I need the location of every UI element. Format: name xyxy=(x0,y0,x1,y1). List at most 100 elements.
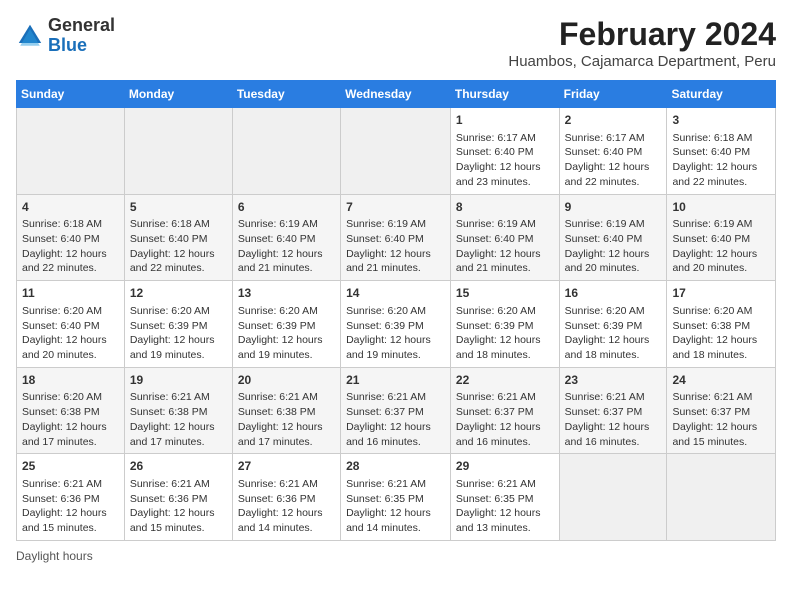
calendar-cell: 9Sunrise: 6:19 AM Sunset: 6:40 PM Daylig… xyxy=(559,194,667,281)
calendar-cell: 20Sunrise: 6:21 AM Sunset: 6:38 PM Dayli… xyxy=(232,367,340,454)
day-number: 18 xyxy=(22,372,119,389)
calendar-cell: 14Sunrise: 6:20 AM Sunset: 6:39 PM Dayli… xyxy=(341,281,451,368)
logo: General Blue xyxy=(16,16,115,56)
calendar-cell: 12 Sunrise: 6:20 AM Sunset: 6:39 PM Dayli… xyxy=(124,281,232,368)
calendar-week-row: 25 Sunrise: 6:21 AM Sunset: 6:36 PM Dayli… xyxy=(17,454,776,541)
day-info: Sunrise: 6:20 AM Sunset: 6:39 PM Dayligh… xyxy=(346,304,445,363)
day-number: 17 xyxy=(672,285,770,302)
calendar-cell: 16 Sunrise: 6:20 AM Sunset: 6:39 PM Dayli… xyxy=(559,281,667,368)
day-number: 5 xyxy=(130,199,227,216)
day-number: 21 xyxy=(346,372,445,389)
day-number: 6 xyxy=(238,199,335,216)
calendar-day-header: Saturday xyxy=(667,81,776,108)
calendar-cell: 7Sunrise: 6:19 AM Sunset: 6:40 PM Daylig… xyxy=(341,194,451,281)
calendar-cell xyxy=(667,454,776,541)
day-number: 24 xyxy=(672,372,770,389)
day-number: 10 xyxy=(672,199,770,216)
calendar-cell: 8Sunrise: 6:19 AM Sunset: 6:40 PM Daylig… xyxy=(450,194,559,281)
day-info: Sunrise: 6:21 AM Sunset: 6:38 PM Dayligh… xyxy=(238,390,335,449)
calendar-week-row: 1 Sunrise: 6:17 AM Sunset: 6:40 PM Daylig… xyxy=(17,108,776,195)
day-info: Sunrise: 6:21 AM Sunset: 6:37 PM Dayligh… xyxy=(456,390,554,449)
calendar-week-row: 18Sunrise: 6:20 AM Sunset: 6:38 PM Dayli… xyxy=(17,367,776,454)
logo-blue: Blue xyxy=(48,36,115,56)
calendar-week-row: 4Sunrise: 6:18 AM Sunset: 6:40 PM Daylig… xyxy=(17,194,776,281)
calendar-table: SundayMondayTuesdayWednesdayThursdayFrid… xyxy=(16,80,776,541)
calendar-cell: 1 Sunrise: 6:17 AM Sunset: 6:40 PM Daylig… xyxy=(450,108,559,195)
day-info: Sunrise: 6:21 AM Sunset: 6:37 PM Dayligh… xyxy=(565,390,662,449)
day-info: Sunrise: 6:21 AM Sunset: 6:37 PM Dayligh… xyxy=(346,390,445,449)
day-number: 29 xyxy=(456,458,554,475)
calendar-cell: 19Sunrise: 6:21 AM Sunset: 6:38 PM Dayli… xyxy=(124,367,232,454)
calendar-day-header: Monday xyxy=(124,81,232,108)
day-info: Sunrise: 6:19 AM Sunset: 6:40 PM Dayligh… xyxy=(672,217,770,276)
calendar-cell: 3 Sunrise: 6:18 AM Sunset: 6:40 PM Daylig… xyxy=(667,108,776,195)
page-header: General Blue February 2024 Huambos, Caja… xyxy=(16,16,776,70)
calendar-cell: 2 Sunrise: 6:17 AM Sunset: 6:40 PM Daylig… xyxy=(559,108,667,195)
calendar-header-row: SundayMondayTuesdayWednesdayThursdayFrid… xyxy=(17,81,776,108)
day-number: 28 xyxy=(346,458,445,475)
calendar-cell: 10Sunrise: 6:19 AM Sunset: 6:40 PM Dayli… xyxy=(667,194,776,281)
day-info: Sunrise: 6:19 AM Sunset: 6:40 PM Dayligh… xyxy=(565,217,662,276)
day-info: Sunrise: 6:20 AM Sunset: 6:40 PM Dayligh… xyxy=(22,304,119,363)
day-number: 16 xyxy=(565,285,662,302)
calendar-cell: 13 Sunrise: 6:20 AM Sunset: 6:39 PM Dayli… xyxy=(232,281,340,368)
calendar-cell xyxy=(341,108,451,195)
day-number: 25 xyxy=(22,458,119,475)
day-info: Sunrise: 6:20 AM Sunset: 6:39 PM Dayligh… xyxy=(130,304,227,363)
day-info: Sunrise: 6:21 AM Sunset: 6:36 PM Dayligh… xyxy=(22,477,119,536)
calendar-day-header: Wednesday xyxy=(341,81,451,108)
logo-general: General xyxy=(48,16,115,36)
logo-icon xyxy=(16,22,44,50)
page-title: February 2024 xyxy=(508,16,776,53)
footer-note: Daylight hours xyxy=(16,549,776,563)
calendar-day-header: Friday xyxy=(559,81,667,108)
day-number: 11 xyxy=(22,285,119,302)
day-info: Sunrise: 6:21 AM Sunset: 6:38 PM Dayligh… xyxy=(130,390,227,449)
day-info: Sunrise: 6:20 AM Sunset: 6:38 PM Dayligh… xyxy=(672,304,770,363)
day-number: 8 xyxy=(456,199,554,216)
day-info: Sunrise: 6:17 AM Sunset: 6:40 PM Dayligh… xyxy=(456,131,554,190)
calendar-day-header: Thursday xyxy=(450,81,559,108)
day-number: 22 xyxy=(456,372,554,389)
day-info: Sunrise: 6:17 AM Sunset: 6:40 PM Dayligh… xyxy=(565,131,662,190)
day-info: Sunrise: 6:18 AM Sunset: 6:40 PM Dayligh… xyxy=(130,217,227,276)
calendar-cell: 6Sunrise: 6:19 AM Sunset: 6:40 PM Daylig… xyxy=(232,194,340,281)
calendar-cell: 27 Sunrise: 6:21 AM Sunset: 6:36 PM Dayli… xyxy=(232,454,340,541)
day-number: 13 xyxy=(238,285,335,302)
day-info: Sunrise: 6:21 AM Sunset: 6:37 PM Dayligh… xyxy=(672,390,770,449)
day-number: 12 xyxy=(130,285,227,302)
day-info: Sunrise: 6:18 AM Sunset: 6:40 PM Dayligh… xyxy=(22,217,119,276)
calendar-cell: 21Sunrise: 6:21 AM Sunset: 6:37 PM Dayli… xyxy=(341,367,451,454)
day-number: 3 xyxy=(672,112,770,129)
calendar-week-row: 11 Sunrise: 6:20 AM Sunset: 6:40 PM Dayli… xyxy=(17,281,776,368)
calendar-cell: 18Sunrise: 6:20 AM Sunset: 6:38 PM Dayli… xyxy=(17,367,125,454)
day-info: Sunrise: 6:20 AM Sunset: 6:39 PM Dayligh… xyxy=(238,304,335,363)
calendar-day-header: Sunday xyxy=(17,81,125,108)
calendar-cell xyxy=(559,454,667,541)
day-info: Sunrise: 6:19 AM Sunset: 6:40 PM Dayligh… xyxy=(238,217,335,276)
day-info: Sunrise: 6:21 AM Sunset: 6:36 PM Dayligh… xyxy=(130,477,227,536)
calendar-cell: 5Sunrise: 6:18 AM Sunset: 6:40 PM Daylig… xyxy=(124,194,232,281)
day-number: 1 xyxy=(456,112,554,129)
day-number: 23 xyxy=(565,372,662,389)
day-number: 20 xyxy=(238,372,335,389)
calendar-cell: 17 Sunrise: 6:20 AM Sunset: 6:38 PM Dayli… xyxy=(667,281,776,368)
logo-text: General Blue xyxy=(48,16,115,56)
calendar-cell: 23Sunrise: 6:21 AM Sunset: 6:37 PM Dayli… xyxy=(559,367,667,454)
day-number: 15 xyxy=(456,285,554,302)
day-number: 19 xyxy=(130,372,227,389)
day-number: 2 xyxy=(565,112,662,129)
calendar-cell: 26Sunrise: 6:21 AM Sunset: 6:36 PM Dayli… xyxy=(124,454,232,541)
day-info: Sunrise: 6:20 AM Sunset: 6:39 PM Dayligh… xyxy=(565,304,662,363)
day-number: 4 xyxy=(22,199,119,216)
day-info: Sunrise: 6:21 AM Sunset: 6:36 PM Dayligh… xyxy=(238,477,335,536)
title-block: February 2024 Huambos, Cajamarca Departm… xyxy=(508,16,776,70)
calendar-cell: 11 Sunrise: 6:20 AM Sunset: 6:40 PM Dayli… xyxy=(17,281,125,368)
day-number: 27 xyxy=(238,458,335,475)
day-info: Sunrise: 6:18 AM Sunset: 6:40 PM Dayligh… xyxy=(672,131,770,190)
day-info: Sunrise: 6:20 AM Sunset: 6:38 PM Dayligh… xyxy=(22,390,119,449)
calendar-cell xyxy=(17,108,125,195)
day-info: Sunrise: 6:19 AM Sunset: 6:40 PM Dayligh… xyxy=(346,217,445,276)
calendar-cell: 25 Sunrise: 6:21 AM Sunset: 6:36 PM Dayli… xyxy=(17,454,125,541)
day-info: Sunrise: 6:20 AM Sunset: 6:39 PM Dayligh… xyxy=(456,304,554,363)
